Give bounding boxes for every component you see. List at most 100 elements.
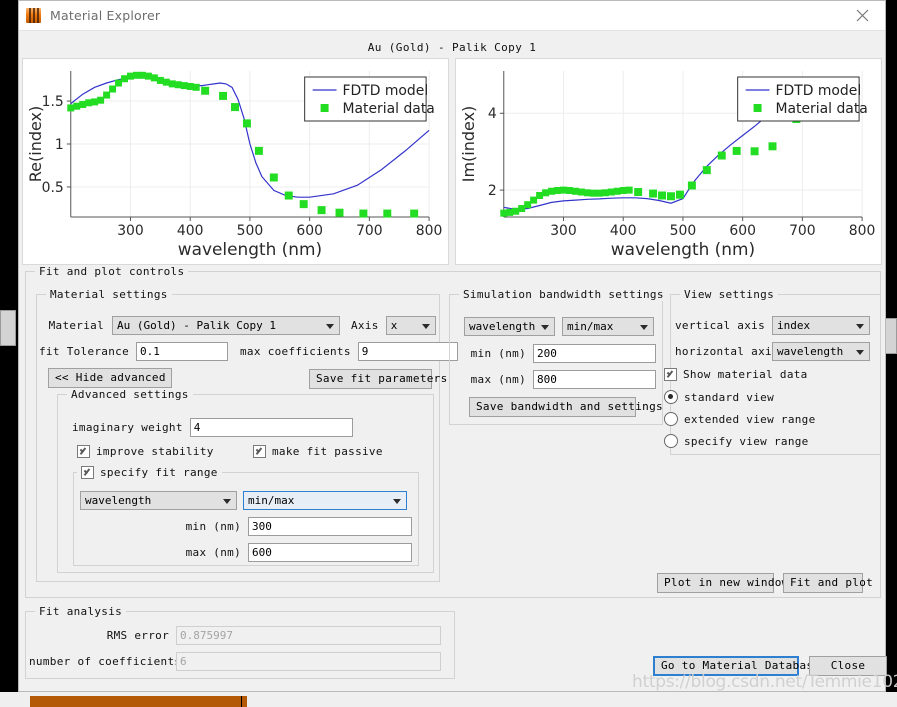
title-bar: Material Explorer	[19, 1, 885, 31]
specify-view-label: specify view range	[684, 434, 809, 448]
fit-range-quantity-select[interactable]: wavelength	[80, 491, 237, 510]
bandwidth-quantity-value: wavelength	[469, 320, 536, 333]
rms-error-row: RMS error 0.875997	[29, 626, 441, 645]
extended-view-row[interactable]: extended view range	[664, 412, 816, 426]
vertical-axis-value: index	[777, 319, 811, 332]
show-material-data-row[interactable]: Show material data	[664, 368, 808, 381]
bandwidth-max-label: max (nm)	[470, 373, 526, 386]
horizontal-axis-value: wavelength	[777, 345, 844, 358]
show-material-data-checkbox[interactable]	[664, 368, 677, 381]
fit-range-min-input[interactable]: 300	[248, 517, 412, 536]
fit-tolerance-row: fit Tolerance 0.1 max coefficients 9	[39, 342, 458, 361]
fit-range-quantity-value: wavelength	[85, 494, 152, 507]
standard-view-radio[interactable]	[664, 390, 678, 404]
horizontal-axis-label: horizontal axis	[675, 345, 779, 358]
make-fit-passive-label: make fit passive	[272, 445, 383, 458]
horizontal-axis-row: horizontal axis wavelength	[675, 342, 870, 361]
rms-error-value: 0.875997	[176, 626, 441, 645]
make-fit-passive-row[interactable]: make fit passive	[253, 445, 383, 458]
imaginary-weight-input[interactable]: 4	[189, 418, 353, 437]
plot-in-new-window-button[interactable]: Plot in new window	[657, 573, 788, 593]
max-coefficients-input[interactable]: 9	[357, 342, 458, 361]
axis-select-value: x	[390, 319, 398, 332]
specify-fit-range-checkbox[interactable]	[81, 466, 94, 479]
im-index-chart: 300 400 500 600 700 800 2 4 Im(index) wavelengt…	[455, 58, 882, 265]
svg-text:800: 800	[416, 223, 443, 239]
improve-stability-row[interactable]: improve stability	[77, 445, 214, 458]
fit-range-max-input[interactable]: 600	[248, 543, 412, 562]
lumerical-icon	[26, 8, 41, 23]
bandwidth-quantity-row: wavelength min/max	[464, 317, 654, 336]
improve-stability-checkbox[interactable]	[77, 445, 90, 458]
material-settings-title: Material settings	[46, 288, 172, 301]
vertical-axis-label: vertical axis	[675, 319, 765, 332]
im-x-axis-label: wavelength (nm)	[611, 239, 755, 259]
specify-fit-range-label: specify fit range	[100, 466, 218, 479]
svg-text:wavelength (nm): wavelength (nm)	[178, 239, 322, 259]
background-window-left	[0, 0, 18, 692]
charts-container: 300 400 500 600 700 800 0.5 1 1.5 Re(index) wave…	[22, 58, 882, 265]
improve-stability-label: improve stability	[96, 445, 214, 458]
specify-view-radio[interactable]	[664, 434, 678, 448]
vertical-axis-select[interactable]: index	[772, 316, 870, 335]
fit-range-min-row: min (nm) 300	[179, 517, 412, 536]
view-settings-title: View settings	[680, 288, 778, 301]
specify-view-row[interactable]: specify view range	[664, 434, 809, 448]
max-coefficients-label: max coefficients	[240, 345, 351, 358]
num-coefficients-row: number of coefficients 6	[29, 652, 441, 671]
bandwidth-max-input[interactable]: 800	[533, 370, 656, 389]
svg-text:Re(index): Re(index)	[26, 106, 45, 182]
save-bandwidth-and-settings-button[interactable]: Save bandwidth and settings	[469, 397, 663, 417]
standard-view-label: standard view	[684, 390, 774, 404]
horizontal-axis-select[interactable]: wavelength	[772, 342, 870, 361]
bandwidth-min-input[interactable]: 200	[533, 344, 656, 363]
make-fit-passive-checkbox[interactable]	[253, 445, 266, 458]
taskbar-item-secondary[interactable]	[242, 696, 247, 707]
page-title: Au (Gold) - Palik Copy 1	[367, 41, 537, 54]
rms-error-label: RMS error	[106, 629, 169, 642]
svg-text:2: 2	[488, 183, 497, 199]
svg-text:600: 600	[296, 223, 323, 239]
advanced-settings-title: Advanced settings	[67, 388, 193, 401]
svg-text:600: 600	[729, 223, 756, 239]
svg-text:0.5: 0.5	[42, 180, 64, 196]
im-chart-ticks: 300 400 500 600 700 800 2 4	[488, 106, 875, 239]
svg-text:400: 400	[610, 223, 637, 239]
chevron-down-icon	[640, 325, 648, 330]
svg-text:800: 800	[849, 223, 876, 239]
fit-tolerance-input[interactable]: 0.1	[136, 342, 228, 361]
material-select[interactable]: Au (Gold) - Palik Copy 1	[112, 316, 340, 335]
specify-fit-range-row[interactable]: specify fit range	[77, 466, 222, 479]
svg-text:300: 300	[117, 223, 144, 239]
fit-range-max-label: max (nm)	[185, 546, 241, 559]
background-panel-left	[0, 310, 16, 346]
chevron-down-icon	[541, 325, 549, 330]
bandwidth-mode-select[interactable]: min/max	[562, 317, 654, 336]
fit-range-mode-select[interactable]: min/max	[243, 491, 407, 510]
svg-text:wavelength (nm): wavelength (nm)	[611, 239, 755, 259]
standard-view-row[interactable]: standard view	[664, 390, 774, 404]
re-y-axis-label: Re(index)	[26, 106, 45, 182]
svg-text:FDTD model: FDTD model	[775, 83, 861, 99]
svg-text:Material data: Material data	[342, 101, 434, 117]
fit-and-plot-button[interactable]: Fit and plot	[783, 573, 873, 593]
save-fit-parameters-button[interactable]: Save fit parameters	[309, 369, 447, 389]
hide-advanced-button[interactable]: << Hide advanced	[48, 368, 172, 388]
svg-text:FDTD model: FDTD model	[342, 83, 428, 99]
fit-and-plot-controls-title: Fit and plot controls	[35, 265, 189, 278]
chevron-down-icon	[856, 324, 864, 329]
extended-view-radio[interactable]	[664, 412, 678, 426]
window-title: Material Explorer	[50, 8, 161, 23]
re-index-chart-svg: 300 400 500 600 700 800 0.5 1 1.5 Re(index) wave…	[26, 71, 443, 259]
im-index-chart-svg: 300 400 500 600 700 800 2 4 Im(index) wavelengt…	[459, 71, 875, 259]
chevron-down-icon	[393, 499, 401, 504]
svg-text:4: 4	[488, 106, 497, 122]
fit-range-quantity-row: wavelength min/max	[80, 491, 407, 510]
extended-view-label: extended view range	[684, 412, 816, 426]
axis-select[interactable]: x	[385, 316, 436, 335]
close-icon[interactable]	[839, 1, 885, 30]
fit-range-min-label: min (nm)	[185, 520, 241, 533]
material-row: Material Au (Gold) - Palik Copy 1 Axis x	[46, 316, 436, 335]
taskbar-item[interactable]	[30, 696, 241, 707]
bandwidth-quantity-select[interactable]: wavelength	[464, 317, 555, 336]
